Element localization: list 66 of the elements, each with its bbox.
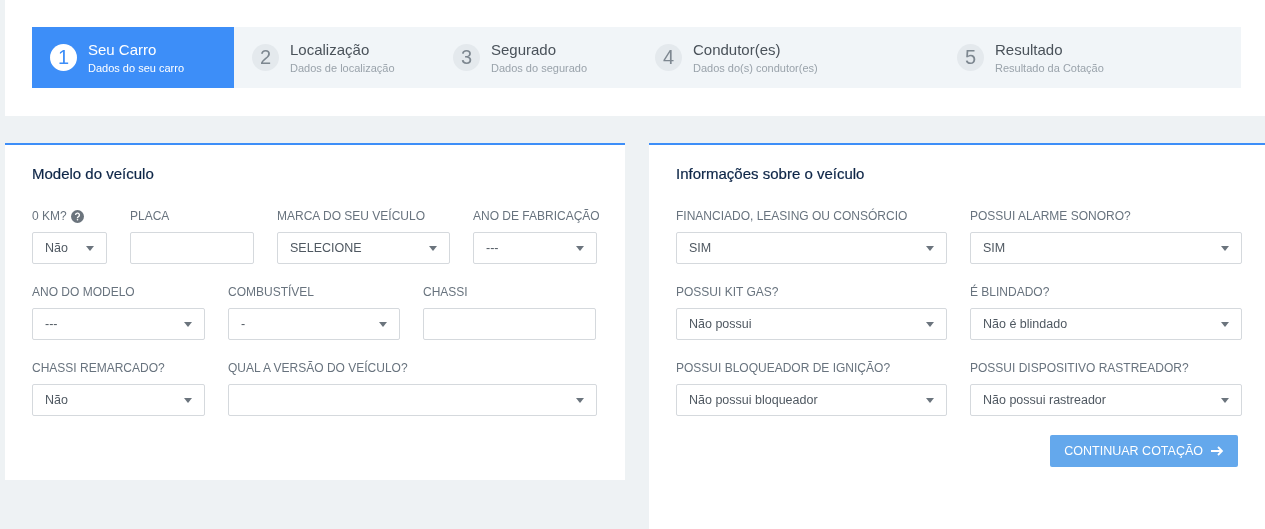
field-label: ANO DE FABRICAÇÃO: [473, 209, 600, 223]
field-label: POSSUI DISPOSITIVO RASTREADOR?: [970, 361, 1189, 375]
wizard-step[interactable]: 5 Resultado Resultado da Cotação: [939, 27, 1241, 88]
step-subtitle: Dados do seu carro: [88, 62, 184, 74]
select-field[interactable]: Não: [32, 384, 205, 416]
select-field[interactable]: Não: [32, 232, 107, 264]
field-label: QUAL A VERSÃO DO VEÍCULO?: [228, 361, 408, 375]
caret-icon: [926, 245, 934, 251]
step-number: 3: [453, 44, 480, 71]
caret-icon: [429, 245, 437, 251]
caret-icon: [1221, 245, 1229, 251]
field-label: É BLINDADO?: [970, 285, 1050, 299]
step-subtitle: Dados do(s) condutor(es): [693, 62, 818, 74]
caret-icon: [576, 397, 584, 403]
caret-icon: [1221, 397, 1229, 403]
select-field[interactable]: SIM: [676, 232, 947, 264]
field-label: CHASSI: [423, 285, 468, 299]
field-label: FINANCIADO, LEASING OU CONSÓRCIO: [676, 209, 908, 223]
panel-title: Informações sobre o veículo: [676, 165, 866, 182]
step-title: Seu Carro: [88, 41, 158, 59]
step-title: Resultado: [995, 41, 1064, 59]
step-subtitle: Dados de localização: [290, 62, 395, 74]
help-icon[interactable]: [70, 209, 84, 223]
field-label: CHASSI REMARCADO?: [32, 361, 165, 375]
caret-icon: [926, 397, 934, 403]
step-title: Condutor(es): [693, 41, 782, 59]
step-number: 2: [252, 44, 279, 71]
step-subtitle: Dados do segurado: [491, 62, 587, 74]
step-number: 5: [957, 44, 984, 71]
caret-icon: [926, 321, 934, 327]
field-label: POSSUI KIT GAS?: [676, 285, 779, 299]
select-field[interactable]: ---: [32, 308, 205, 340]
select-field[interactable]: Não é blindado: [970, 308, 1242, 340]
step-title: Localização: [290, 41, 371, 59]
panel-title: Modelo do veículo: [32, 165, 155, 182]
caret-icon: [379, 321, 387, 327]
step-number: 1: [50, 44, 77, 71]
input-field[interactable]: [423, 308, 596, 340]
field-label: POSSUI BLOQUEADOR DE IGNIÇÃO?: [676, 361, 891, 375]
field-label: COMBUSTÍVEL: [228, 285, 314, 299]
select-field[interactable]: Não possui: [676, 308, 947, 340]
input-field[interactable]: [130, 232, 254, 264]
caret-icon: [184, 397, 192, 403]
wizard-step[interactable]: 4 Condutor(es) Dados do(s) condutor(es): [637, 27, 939, 88]
step-subtitle: Resultado da Cotação: [995, 62, 1104, 74]
caret-icon: [184, 321, 192, 327]
select-field[interactable]: SIM: [970, 232, 1242, 264]
arrow-right-icon: [1211, 446, 1224, 456]
caret-icon: [1221, 321, 1229, 327]
step-number: 4: [655, 44, 682, 71]
field-label: MARCA DO SEU VEÍCULO: [277, 209, 426, 223]
select-field[interactable]: Não possui bloqueador: [676, 384, 947, 416]
caret-icon: [86, 245, 94, 251]
select-field[interactable]: ---: [473, 232, 597, 264]
select-field[interactable]: Não possui rastreador: [970, 384, 1242, 416]
field-label: ANO DO MODELO: [32, 285, 135, 299]
select-field[interactable]: SELECIONE: [277, 232, 450, 264]
caret-icon: [576, 245, 584, 251]
select-field[interactable]: -: [228, 308, 400, 340]
field-label: 0 KM?: [32, 209, 67, 223]
step-title: Segurado: [491, 41, 558, 59]
field-label: PLACA: [130, 209, 170, 223]
wizard-step[interactable]: 3 Segurado Dados do segurado: [435, 27, 637, 88]
select-field[interactable]: [228, 384, 597, 416]
wizard-step[interactable]: 2 Localização Dados de localização: [234, 27, 435, 88]
field-label: POSSUI ALARME SONORO?: [970, 209, 1131, 223]
